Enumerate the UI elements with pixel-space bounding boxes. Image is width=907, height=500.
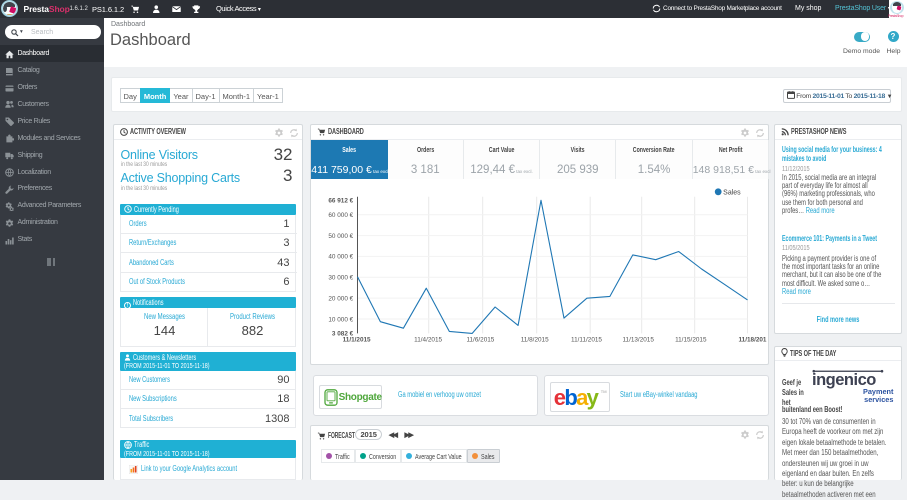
svg-text:11/15/2015: 11/15/2015	[675, 336, 707, 343]
svg-text:Sales: Sales	[723, 190, 741, 197]
svg-text:66 912 €: 66 912 €	[329, 198, 354, 205]
svg-text:10 000 €: 10 000 €	[329, 316, 354, 323]
svg-text:60 000 €: 60 000 €	[329, 212, 354, 219]
svg-text:11/4/2015: 11/4/2015	[414, 336, 442, 343]
svg-text:30 000 €: 30 000 €	[329, 275, 354, 282]
svg-text:20 000 €: 20 000 €	[329, 296, 354, 303]
svg-text:11/1/2015: 11/1/2015	[343, 336, 371, 343]
svg-text:11/13/2015: 11/13/2015	[623, 336, 655, 343]
svg-text:50 000 €: 50 000 €	[329, 233, 354, 240]
svg-text:11/18/201: 11/18/201	[739, 336, 767, 343]
svg-text:11/11/2015: 11/11/2015	[571, 336, 602, 343]
svg-text:11/6/2015: 11/6/2015	[467, 336, 495, 343]
svg-text:11/8/2015: 11/8/2015	[521, 336, 549, 343]
svg-text:40 000 €: 40 000 €	[329, 254, 354, 261]
